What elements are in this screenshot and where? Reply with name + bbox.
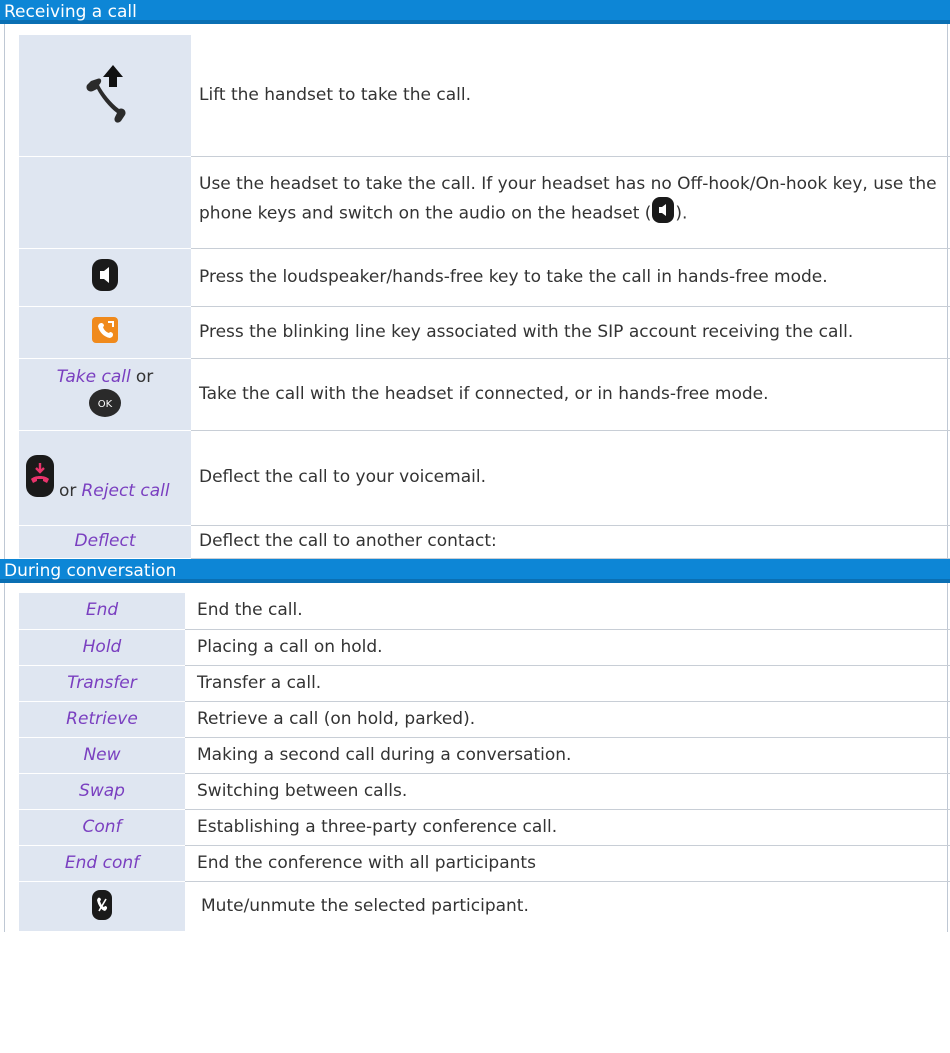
key-cell — [19, 35, 191, 157]
key-cell: Swap — [19, 773, 185, 810]
take-call-softkey[interactable]: Take call — [57, 367, 131, 387]
table-row: Transfer Transfer a call. — [19, 665, 950, 702]
end-conf-softkey[interactable]: End conf — [65, 853, 139, 873]
row-description: Transfer a call. — [185, 665, 950, 702]
receiving-call-table: Lift the handset to take the call. Use t… — [19, 35, 950, 559]
row-description: End the conference with all participants — [185, 845, 950, 882]
row-description: End the call. — [185, 592, 950, 630]
loudspeaker-key-icon — [91, 258, 119, 296]
row-description: Deflect the call to another contact: — [191, 525, 950, 559]
row-description: Lift the handset to take the call. — [191, 35, 950, 157]
retrieve-softkey[interactable]: Retrieve — [66, 709, 138, 729]
row-description: Placing a call on hold. — [185, 629, 950, 666]
key-cell: End — [19, 592, 185, 630]
key-cell: Hold — [19, 629, 185, 666]
table-row: Swap Switching between calls. — [19, 773, 950, 810]
key-cell: Conf — [19, 809, 185, 846]
row-description: Press the loudspeaker/hands-free key to … — [191, 248, 950, 307]
headset-text-before: Use the headset to take the call. If you… — [199, 174, 937, 224]
conf-softkey[interactable]: Conf — [82, 817, 121, 837]
mute-key-icon[interactable] — [91, 889, 113, 925]
reject-call-softkey[interactable]: Reject call — [81, 481, 169, 501]
table-row: End End the call. — [19, 592, 950, 630]
svg-text:OK: OK — [98, 399, 113, 410]
section-receiving-call: Lift the handset to take the call. Use t… — [4, 24, 950, 559]
or-connector: or — [135, 366, 154, 387]
key-cell — [19, 156, 191, 249]
table-row: New Making a second call during a conver… — [19, 737, 950, 774]
table-row: Retrieve Retrieve a call (on hold, parke… — [19, 701, 950, 738]
table-row: Mute/unmute the selected participant. — [19, 881, 950, 932]
table-row: Use the headset to take the call. If you… — [19, 156, 950, 249]
row-description: Making a second call during a conversati… — [185, 737, 950, 774]
row-description: Retrieve a call (on hold, parked). — [185, 701, 950, 738]
headset-text-after: ). — [675, 203, 688, 224]
transfer-softkey[interactable]: Transfer — [67, 673, 137, 693]
table-row: Press the blinking line key associated w… — [19, 306, 950, 359]
key-cell: End conf — [19, 845, 185, 882]
table-row: or Reject call Deflect the call to your … — [19, 430, 950, 526]
key-cell: Take call or OK — [19, 358, 191, 431]
key-cell: or Reject call — [19, 430, 191, 526]
new-softkey[interactable]: New — [83, 745, 120, 765]
table-row: Deflect Deflect the call to another cont… — [19, 525, 950, 559]
hold-softkey[interactable]: Hold — [83, 637, 122, 657]
row-description: Deflect the call to your voicemail. — [191, 430, 950, 526]
swap-softkey[interactable]: Swap — [79, 781, 125, 801]
table-row: Take call or OK Take the call with the h… — [19, 358, 950, 431]
ok-key-icon[interactable]: OK — [88, 388, 122, 422]
loudspeaker-key-icon — [651, 196, 675, 231]
key-cell: Transfer — [19, 665, 185, 702]
end-softkey[interactable]: End — [86, 600, 118, 620]
hang-up-key-icon[interactable] — [25, 454, 55, 502]
key-cell: New — [19, 737, 185, 774]
key-cell — [19, 881, 185, 932]
table-row: End conf End the conference with all par… — [19, 845, 950, 882]
table-row: Press the loudspeaker/hands-free key to … — [19, 248, 950, 307]
table-row: Lift the handset to take the call. — [19, 35, 950, 157]
key-cell — [19, 306, 191, 359]
row-description: Mute/unmute the selected participant. — [201, 896, 529, 917]
key-cell — [19, 248, 191, 307]
key-cell: Retrieve — [19, 701, 185, 738]
row-description: Establishing a three-party conference ca… — [185, 809, 950, 846]
table-row: Hold Placing a call on hold. — [19, 629, 950, 666]
during-conversation-table: End End the call. Hold Placing a call on… — [19, 592, 950, 932]
lift-handset-icon — [83, 63, 127, 127]
row-description: Use the headset to take the call. If you… — [191, 156, 950, 249]
table-row: Conf Establishing a three-party conferen… — [19, 809, 950, 846]
line-key-icon — [92, 317, 118, 347]
row-description: Press the blinking line key associated w… — [191, 306, 950, 359]
row-description: Take the call with the headset if connec… — [191, 358, 950, 431]
row-description: Switching between calls. — [185, 773, 950, 810]
section-header-receiving-call: Receiving a call — [0, 0, 950, 24]
deflect-softkey[interactable]: Deflect — [74, 531, 135, 551]
key-cell: Deflect — [19, 525, 191, 559]
section-during-conversation: End End the call. Hold Placing a call on… — [4, 582, 950, 932]
or-connector: or — [59, 480, 77, 501]
section-header-during-conversation: During conversation — [0, 558, 950, 583]
